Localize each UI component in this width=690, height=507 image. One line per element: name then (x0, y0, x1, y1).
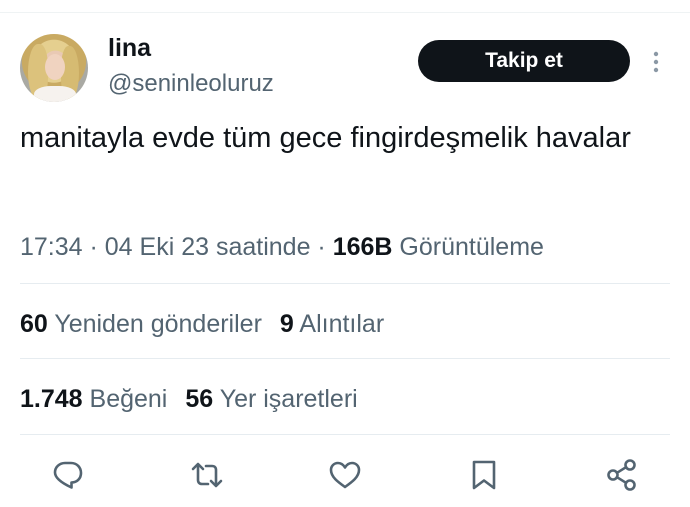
meta-separator: · (82, 233, 105, 261)
retweet-icon[interactable] (190, 458, 224, 492)
bookmarks-stat[interactable]: 56 Yer işaretleri (185, 385, 357, 413)
avatar[interactable] (20, 34, 88, 102)
more-vertical-icon[interactable] (646, 48, 666, 76)
tweet-date[interactable]: 04 Eki 23 saatinde (105, 233, 311, 261)
user-handle[interactable]: @seninleoluruz (108, 70, 274, 98)
likes-count: 1.748 (20, 385, 83, 413)
action-bar (0, 452, 690, 496)
views-count: 166B (332, 233, 393, 261)
quotes-count: 9 (279, 310, 294, 338)
tweet-meta: 17:34 · 04 Eki 23 saatinde · 166B Görünt… (20, 228, 544, 266)
top-divider (0, 12, 690, 13)
retweets-count: 60 (20, 310, 48, 338)
divider (20, 434, 670, 435)
tweet-text: manitayla evde tüm gece fingirdeşmelik h… (20, 122, 631, 154)
likes-label: Beğeni (89, 385, 168, 413)
divider (20, 283, 670, 284)
meta-separator: · (310, 233, 333, 261)
like-bookmark-stats: 1.748 Beğeni 56 Yer işaretleri (20, 382, 358, 416)
bookmarks-label: Yer işaretleri (219, 385, 358, 413)
quotes-stat[interactable]: 9 Alıntılar (280, 310, 384, 338)
bookmarks-count: 56 (185, 385, 214, 413)
quotes-label: Alıntılar (299, 310, 385, 338)
tweet-time[interactable]: 17:34 (20, 233, 83, 261)
heart-icon[interactable] (328, 458, 362, 492)
follow-button[interactable]: Takip et (418, 40, 630, 82)
avatar-face (45, 54, 65, 80)
divider (20, 358, 670, 359)
views-label: Görüntüleme (399, 233, 544, 261)
bookmark-icon[interactable] (467, 458, 501, 492)
avatar-shirt (34, 86, 76, 102)
share-icon[interactable] (605, 458, 639, 492)
display-name[interactable]: lina (108, 34, 151, 62)
reply-icon[interactable] (51, 458, 85, 492)
likes-stat[interactable]: 1.748 Beğeni (20, 385, 167, 413)
retweets-label: Yeniden gönderiler (54, 310, 262, 338)
retweet-quote-stats: 60 Yeniden gönderiler 9 Alıntılar (20, 307, 384, 341)
retweets-stat[interactable]: 60 Yeniden gönderiler (20, 310, 262, 338)
